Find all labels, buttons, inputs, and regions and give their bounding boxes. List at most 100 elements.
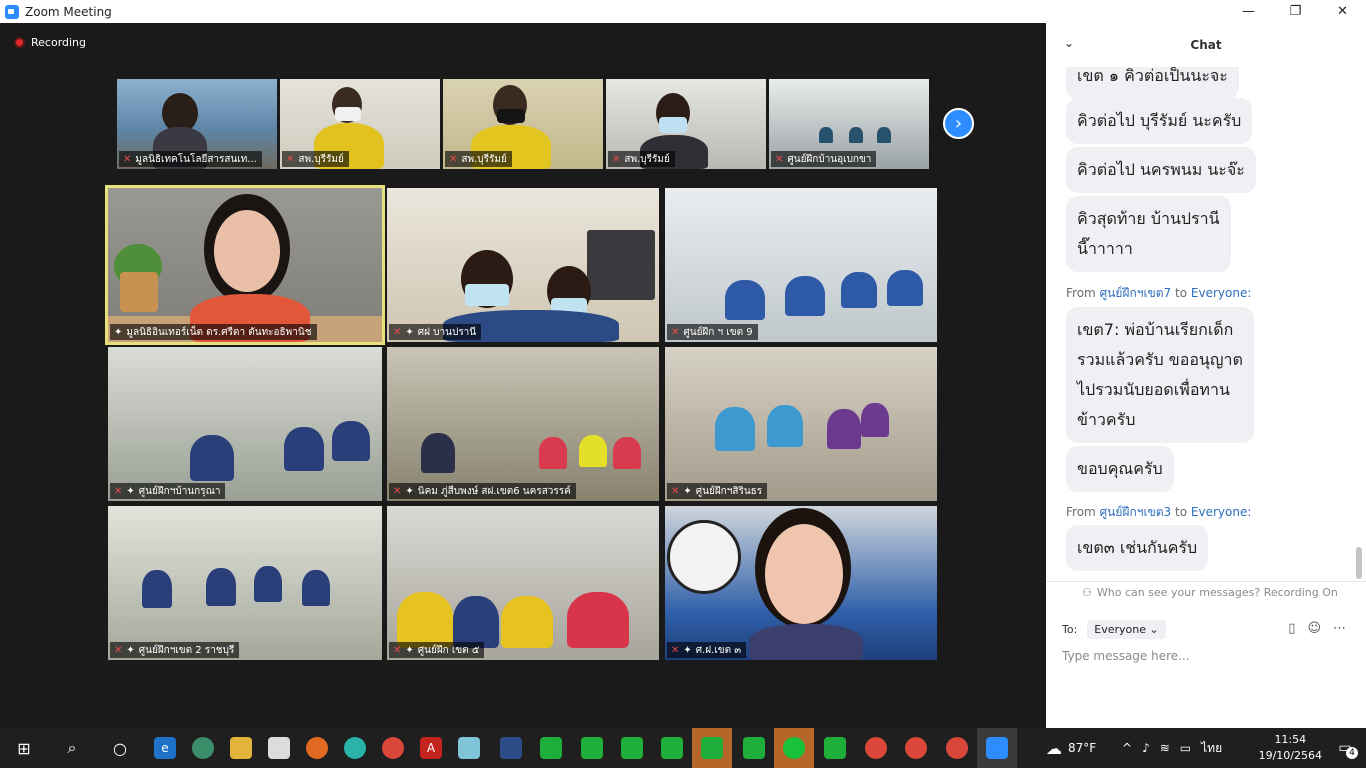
recipient-name[interactable]: Everyone:: [1191, 505, 1251, 519]
who-can-see-text: Who can see your messages? Recording On: [1096, 586, 1338, 599]
participant-label: ✕ ศูนย์ฝึก ฯ เขต 9: [667, 324, 758, 340]
chat-divider: [1046, 581, 1366, 582]
chat-scrollbar[interactable]: [1356, 67, 1362, 579]
notifications-button[interactable]: ▭ 4: [1332, 737, 1358, 759]
chevron-up-icon[interactable]: ^: [1122, 741, 1132, 755]
pin-icon: ✦: [683, 485, 692, 497]
video-thumbnail[interactable]: ✕ ศูนย์ฝึกบ้านอุเบกขา: [769, 79, 929, 169]
who-can-see-link[interactable]: ⚇ Who can see your messages? Recording O…: [1082, 586, 1338, 599]
language-indicator[interactable]: ไทย: [1201, 739, 1222, 758]
recipient-name[interactable]: Everyone:: [1191, 286, 1251, 300]
participant-name: ศ.ฝ.เขต ๓: [695, 644, 742, 656]
video-tile[interactable]: ✕ ✦ ศ.ฝ.เขต ๓: [665, 506, 937, 660]
taskbar-app-active[interactable]: [774, 728, 814, 768]
taskbar-app[interactable]: [856, 728, 896, 768]
video-thumbnail[interactable]: ✕ มูลนิธิเทคโนโลยีสารสนเท...: [117, 79, 277, 169]
to-label: To:: [1062, 623, 1078, 636]
next-page-button[interactable]: ›: [943, 108, 974, 139]
participant-label: ✕ ✦ ศูนย์ฝึกฯสิรินธร: [667, 483, 768, 499]
video-thumbnail[interactable]: ✕ สพ.บุรีรัมย์: [443, 79, 603, 169]
taskbar-app[interactable]: [572, 728, 612, 768]
video-tile[interactable]: ✕ ✦ ศูนย์ฝึกฯบ้านกรุณา: [108, 347, 382, 501]
sender-name[interactable]: ศูนย์ฝึกฯเขต7: [1100, 286, 1172, 300]
video-tile[interactable]: ✕ ✦ ศูนย์ฝึก เขต ๕: [387, 506, 659, 660]
message-text: คิวต่อไป นครพนม นะจ๊ะ: [1077, 160, 1245, 179]
taskbar-app[interactable]: [183, 728, 223, 768]
participant-figure: [453, 596, 499, 648]
chat-message: เขต ๑ คิวต่อเป็นนะจะ: [1066, 67, 1239, 99]
file-icon[interactable]: ▯: [1288, 621, 1295, 636]
volume-icon[interactable]: ♪: [1142, 741, 1150, 755]
taskbar-app[interactable]: [297, 728, 337, 768]
muted-mic-icon: ✕: [393, 485, 402, 497]
taskbar-app[interactable]: [449, 728, 489, 768]
clock[interactable]: 11:54 19/10/2564: [1259, 732, 1322, 764]
participant-label: ✕ สพ.บุรีรัมย์: [282, 151, 349, 167]
participant-name: นิคม ภู่สืบพงษ์ สฝ.เขต6 นครสวรรค์: [417, 485, 571, 497]
video-tile[interactable]: ✕ ✦ ศูนย์ฝึกฯสิรินธร: [665, 347, 937, 501]
mask-shape: [465, 284, 509, 306]
video-tile[interactable]: ✕ ✦ ศูนย์ฝึกฯเขต 2 ราชบุรี: [108, 506, 382, 660]
taskbar-app[interactable]: [531, 728, 571, 768]
taskbar-app[interactable]: [335, 728, 375, 768]
taskbar-app[interactable]: [259, 728, 299, 768]
zoom-window: Zoom Meeting — ❐ ✕ Recording ✕ มูลนิธิเทค…: [0, 0, 1366, 768]
participant-figure: [579, 435, 607, 467]
taskbar-app[interactable]: [221, 728, 261, 768]
participant-figure: [284, 427, 324, 471]
message-input[interactable]: Type message here...: [1062, 649, 1190, 663]
video-tile[interactable]: ✕ ✦ ศฝ บานปรานี: [387, 188, 659, 342]
person-icon: [661, 737, 683, 759]
sender-name[interactable]: ศูนย์ฝึกฯเขต3: [1100, 505, 1172, 519]
recipient-select[interactable]: Everyone ⌄: [1087, 620, 1166, 639]
video-tile-active-speaker[interactable]: ✦ มูลนิธิอินเทอร์เน็ต ดร.ศรีดา ตันทะอธิพา…: [105, 185, 385, 345]
mask-shape: [659, 117, 687, 133]
taskbar-app[interactable]: [373, 728, 413, 768]
meeting-gallery: Recording ✕ มูลนิธิเทคโนโลยีสารสนเท... ✕ ส…: [0, 23, 1046, 728]
taskbar-app[interactable]: [937, 728, 977, 768]
video-tile[interactable]: ✕ ✦ นิคม ภู่สืบพงษ์ สฝ.เขต6 นครสวรรค์: [387, 347, 659, 501]
video-thumbnail[interactable]: ✕ สพ.บุรีรัมย์: [606, 79, 766, 169]
taskbar-app[interactable]: [815, 728, 855, 768]
participant-label: ✕ สพ.บุรีรัมย์: [608, 151, 675, 167]
network-icon: [268, 737, 290, 759]
recording-indicator[interactable]: Recording: [14, 36, 86, 49]
search-icon: ⌕: [67, 738, 77, 757]
more-icon[interactable]: ⋯: [1333, 621, 1346, 636]
taskbar-app[interactable]: e: [145, 728, 185, 768]
chevron-down-icon[interactable]: ⌄: [1064, 36, 1074, 50]
taskbar-app-active[interactable]: [692, 728, 732, 768]
video-thumbnail[interactable]: ✕ สพ.บุรีรัมย์: [280, 79, 440, 169]
taskbar-app[interactable]: [896, 728, 936, 768]
task-view-icon: ○: [113, 738, 127, 758]
close-button[interactable]: ✕: [1319, 0, 1366, 23]
weather-widget[interactable]: ☁ 87°F: [1046, 728, 1096, 768]
message-text: เขต๓ เช่นกันครับ: [1077, 538, 1198, 557]
firefox-icon: [306, 737, 328, 759]
maximize-button[interactable]: ❐: [1272, 0, 1319, 23]
person-icon: [540, 737, 562, 759]
participant-figure: [501, 596, 553, 648]
task-view-button[interactable]: ○: [100, 728, 140, 768]
taskbar-app[interactable]: [734, 728, 774, 768]
emoji-icon[interactable]: ☺: [1307, 621, 1321, 636]
taskbar-app[interactable]: A: [411, 728, 451, 768]
to-word: to: [1175, 286, 1188, 300]
taskbar-app[interactable]: [491, 728, 531, 768]
search-button[interactable]: ⌕: [52, 728, 92, 768]
taskbar-app-zoom[interactable]: [977, 728, 1017, 768]
battery-icon[interactable]: ▭: [1180, 741, 1191, 755]
muted-mic-icon: ✕: [393, 326, 402, 338]
participant-figure: [819, 127, 833, 143]
participant-figure: [785, 276, 825, 316]
wifi-icon[interactable]: ≋: [1160, 741, 1170, 755]
message-text: ขอบคุณครับ: [1077, 459, 1163, 478]
scrollbar-thumb[interactable]: [1356, 547, 1362, 579]
taskbar-app[interactable]: [612, 728, 652, 768]
chat-message: เขต7: พ่อบ้านเรียกเด็ก รวมแล้วครับ ขออนุ…: [1066, 307, 1254, 443]
minimize-button[interactable]: —: [1225, 0, 1272, 23]
start-button[interactable]: ⊞: [4, 728, 44, 768]
video-tile[interactable]: ✕ ศูนย์ฝึก ฯ เขต 9: [665, 188, 937, 342]
chat-message-list[interactable]: เขต ๑ คิวต่อเป็นนะจะ คิวต่อไป บุรีรัมย์ …: [1046, 67, 1366, 577]
taskbar-app[interactable]: [652, 728, 692, 768]
